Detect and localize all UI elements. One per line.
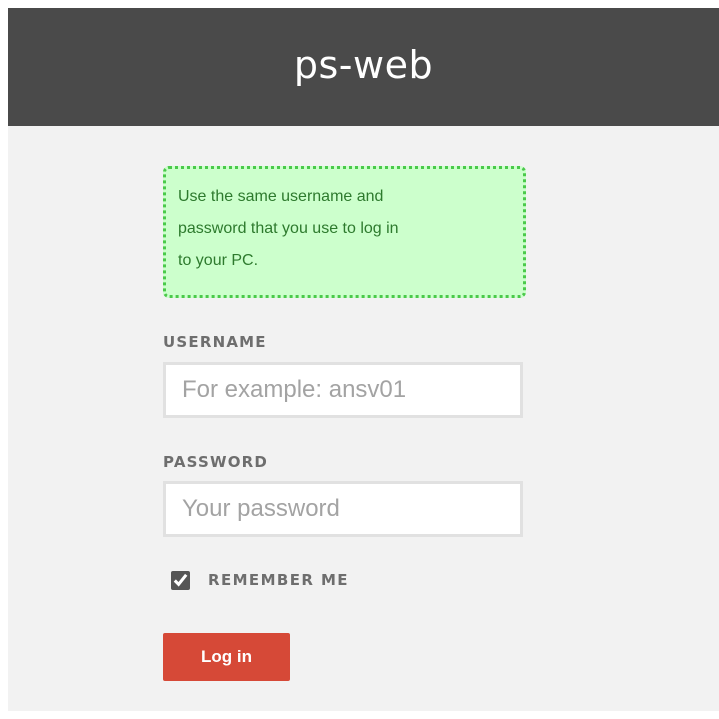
password-label: PASSWORD (163, 453, 269, 471)
notice-line: to your PC. (178, 252, 259, 269)
username-input[interactable] (163, 362, 523, 418)
username-label: USERNAME (163, 333, 267, 351)
remember-me-label[interactable]: REMEMBER ME (208, 571, 349, 589)
remember-me-checkbox[interactable] (171, 570, 190, 590)
login-hint-notice: Use the same username and password that … (163, 166, 526, 298)
remember-me-row[interactable]: REMEMBER ME (171, 568, 349, 592)
app-title: ps-web (293, 43, 434, 87)
login-button[interactable]: Log in (163, 633, 290, 681)
notice-line: password that you use to log in (178, 220, 399, 237)
app-header: ps-web (8, 8, 719, 126)
password-input[interactable] (163, 481, 523, 537)
notice-line: Use the same username and (178, 188, 384, 205)
login-page: ps-web Use the same username and passwor… (8, 8, 719, 711)
